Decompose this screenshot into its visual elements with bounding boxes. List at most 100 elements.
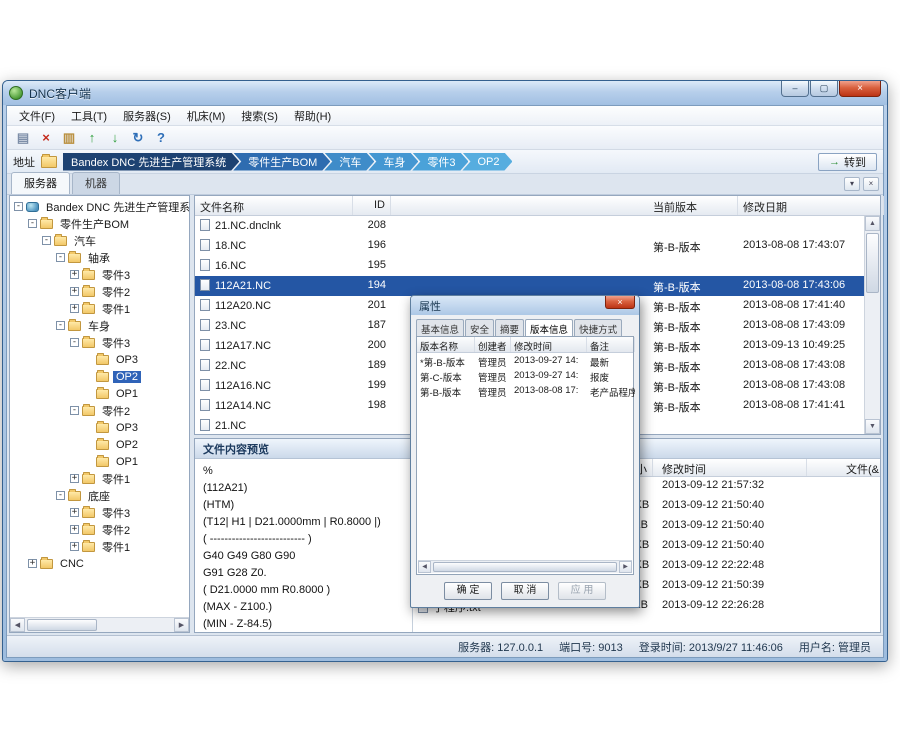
menu-item[interactable]: 帮助(H) <box>286 106 339 126</box>
breadcrumb-segment[interactable]: Bandex DNC 先进生产管理系统 <box>63 153 239 171</box>
view-tab[interactable]: 机器 <box>72 172 120 194</box>
tree-node[interactable]: - 零件2 <box>10 402 189 419</box>
tree-toggle[interactable]: - <box>70 406 79 415</box>
column-header-id[interactable]: ID <box>353 196 391 215</box>
menu-item[interactable]: 搜索(S) <box>233 106 286 126</box>
tree-toggle[interactable]: - <box>14 202 23 211</box>
panel-menu-button[interactable]: ▾ <box>844 177 860 191</box>
tree-toggle[interactable]: - <box>56 321 65 330</box>
tree-node[interactable]: + 零件2 <box>10 521 189 538</box>
breadcrumb-segment[interactable]: 零件3 <box>412 153 468 171</box>
tree-node[interactable]: + 零件2 <box>10 283 189 300</box>
scroll-thumb[interactable] <box>866 233 879 293</box>
tree-node[interactable]: OP2 <box>10 436 189 453</box>
dialog-horizontal-scrollbar[interactable]: ◀ ▶ <box>418 560 632 573</box>
go-button[interactable]: → 转到 <box>818 153 877 171</box>
tree-node[interactable]: + 零件1 <box>10 470 189 487</box>
breadcrumb-segment[interactable]: 汽车 <box>324 153 374 171</box>
breadcrumb-segment[interactable]: OP2 <box>462 153 512 171</box>
cancel-button[interactable]: 取 消 <box>501 582 549 600</box>
tree-toggle[interactable]: - <box>70 338 79 347</box>
address-folder-icon[interactable] <box>41 156 57 168</box>
tree-node[interactable]: - 底座 <box>10 487 189 504</box>
scroll-left-icon[interactable]: ◀ <box>418 561 431 573</box>
tree-toggle[interactable]: - <box>42 236 51 245</box>
scroll-down-icon[interactable]: ▼ <box>865 419 880 434</box>
refresh-icon[interactable]: ↻ <box>128 128 148 148</box>
column-header-version[interactable]: 当前版本 <box>648 196 738 215</box>
menu-item[interactable]: 工具(T) <box>63 106 115 126</box>
tree-toggle[interactable]: + <box>70 542 79 551</box>
version-row[interactable]: *第-B-版本 管理员 2013-09-27 14: 最新 <box>417 353 633 368</box>
tree-node[interactable]: + 零件3 <box>10 504 189 521</box>
tree-node[interactable]: + CNC <box>10 555 189 572</box>
tree-node[interactable]: - 零件生产BOM <box>10 215 189 232</box>
download-icon[interactable]: ↓ <box>105 128 125 148</box>
tree-node[interactable]: + 零件1 <box>10 300 189 317</box>
tree-node[interactable]: OP1 <box>10 385 189 402</box>
delete-icon[interactable]: × <box>36 128 56 148</box>
minimize-button[interactable]: – <box>781 81 809 97</box>
tree-node[interactable]: - 汽车 <box>10 232 189 249</box>
scroll-up-icon[interactable]: ▲ <box>865 216 880 231</box>
version-row[interactable]: 第-C-版本 管理员 2013-09-27 14: 报废 <box>417 368 633 383</box>
apply-button[interactable]: 应 用 <box>558 582 606 600</box>
file-row[interactable]: 21.NC.dnclnk 208 <box>195 216 864 236</box>
close-button[interactable]: × <box>839 81 881 97</box>
tree-node[interactable]: - Bandex DNC 先进生产管理系统 <box>10 198 189 215</box>
tree-node[interactable]: - 车身 <box>10 317 189 334</box>
tree-node[interactable]: OP3 <box>10 351 189 368</box>
dialog-close-button[interactable]: × <box>605 296 635 309</box>
column-header-note[interactable]: 备注 <box>587 337 635 352</box>
tree-node[interactable]: - 轴承 <box>10 249 189 266</box>
scroll-thumb[interactable] <box>27 619 97 631</box>
view-tab[interactable]: 服务器 <box>11 172 70 194</box>
tree-node[interactable]: OP1 <box>10 453 189 470</box>
document-icon[interactable]: ▥ <box>59 128 79 148</box>
breadcrumb-segment[interactable]: 车身 <box>368 153 418 171</box>
notes-icon[interactable]: ▤ <box>13 128 33 148</box>
file-row[interactable]: 18.NC 196 第-B-版本 2013-08-08 17:43:07 <box>195 236 864 256</box>
column-header-modified-time[interactable]: 修改时间 <box>511 337 587 352</box>
file-row[interactable]: 16.NC 195 <box>195 256 864 276</box>
tree-toggle[interactable]: - <box>28 219 37 228</box>
scroll-thumb[interactable] <box>433 562 617 572</box>
tree-node[interactable]: + 零件3 <box>10 266 189 283</box>
upload-icon[interactable]: ↑ <box>82 128 102 148</box>
dialog-title-bar[interactable]: 属性 × <box>411 296 639 315</box>
column-header-version-name[interactable]: 版本名称 <box>417 337 475 352</box>
tree-toggle[interactable]: - <box>56 491 65 500</box>
version-row[interactable]: 第-B-版本 管理员 2013-08-08 17: 老产品程序 <box>417 383 633 398</box>
column-header-modified[interactable]: 修改时间 <box>657 459 807 476</box>
title-bar[interactable]: DNC客户端 –▢× <box>3 81 887 105</box>
tree-horizontal-scrollbar[interactable]: ◀ ▶ <box>10 617 189 632</box>
breadcrumb-segment[interactable]: 零件生产BOM <box>233 153 330 171</box>
tree-node[interactable]: OP3 <box>10 419 189 436</box>
ok-button[interactable]: 确 定 <box>444 582 492 600</box>
panel-close-button[interactable]: × <box>863 177 879 191</box>
scroll-right-icon[interactable]: ▶ <box>174 618 189 632</box>
menu-item[interactable]: 机床(M) <box>179 106 234 126</box>
tree-node[interactable]: OP2 <box>10 368 189 385</box>
tree-node[interactable]: + 零件1 <box>10 538 189 555</box>
menu-item[interactable]: 文件(F) <box>11 106 63 126</box>
tree-toggle[interactable]: + <box>28 559 37 568</box>
tree-toggle[interactable]: + <box>70 525 79 534</box>
tree-toggle[interactable]: + <box>70 508 79 517</box>
column-header-file[interactable]: 文件(& <box>841 459 880 476</box>
file-list-scrollbar[interactable]: ▲ ▼ <box>864 216 880 434</box>
tree-toggle[interactable]: + <box>70 287 79 296</box>
file-row[interactable]: 112A21.NC 194 第-B-版本 2013-08-08 17:43:06 <box>195 276 864 296</box>
maximize-button[interactable]: ▢ <box>810 81 838 97</box>
tree-toggle[interactable]: - <box>56 253 65 262</box>
scroll-right-icon[interactable]: ▶ <box>619 561 632 573</box>
column-header-date[interactable]: 修改日期 <box>738 196 884 215</box>
menu-item[interactable]: 服务器(S) <box>115 106 179 126</box>
column-header-creator[interactable]: 创建者 <box>475 337 511 352</box>
scroll-left-icon[interactable]: ◀ <box>10 618 25 632</box>
help-icon[interactable]: ? <box>151 128 171 148</box>
tree-node[interactable]: - 零件3 <box>10 334 189 351</box>
tree-toggle[interactable]: + <box>70 304 79 313</box>
tree-toggle[interactable]: + <box>70 270 79 279</box>
tree-toggle[interactable]: + <box>70 474 79 483</box>
